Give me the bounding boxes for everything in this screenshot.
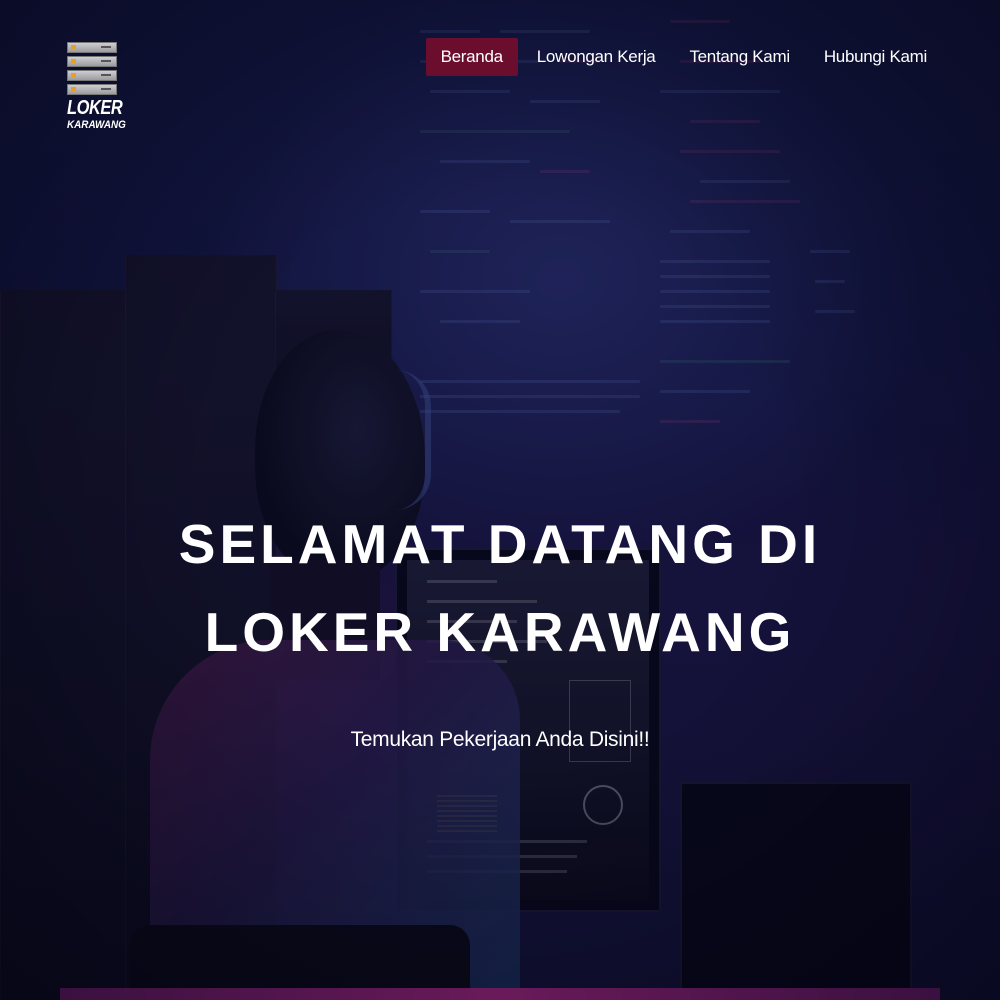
hero-title-line2: LOKER KARAWANG — [204, 601, 796, 663]
server-rack-icon — [67, 42, 117, 53]
hero-title-line1: SELAMAT DATANG DI — [178, 513, 822, 575]
main-navigation: Beranda Lowongan Kerja Tentang Kami Hubu… — [422, 38, 942, 76]
logo-text-line1: LOKER — [67, 97, 123, 119]
server-rack-icon — [67, 70, 117, 81]
server-rack-icon — [67, 84, 117, 95]
logo-text-line2: KARAWANG — [67, 119, 126, 131]
server-rack-icon — [67, 56, 117, 67]
section-divider — [60, 988, 940, 1000]
site-logo[interactable]: LOKER KARAWANG — [67, 42, 126, 132]
nav-item-hubungi-kami[interactable]: Hubungi Kami — [809, 38, 942, 76]
nav-item-beranda[interactable]: Beranda — [425, 38, 518, 76]
hero-section: LOKER KARAWANG Beranda Lowongan Kerja Te… — [0, 0, 1000, 1000]
nav-item-tentang-kami[interactable]: Tentang Kami — [674, 38, 804, 76]
nav-item-lowongan-kerja[interactable]: Lowongan Kerja — [522, 38, 671, 76]
hero-subtitle: Temukan Pekerjaan Anda Disini!! — [350, 728, 650, 751]
hero-title: SELAMAT DATANG DI LOKER KARAWANG — [0, 500, 1000, 676]
